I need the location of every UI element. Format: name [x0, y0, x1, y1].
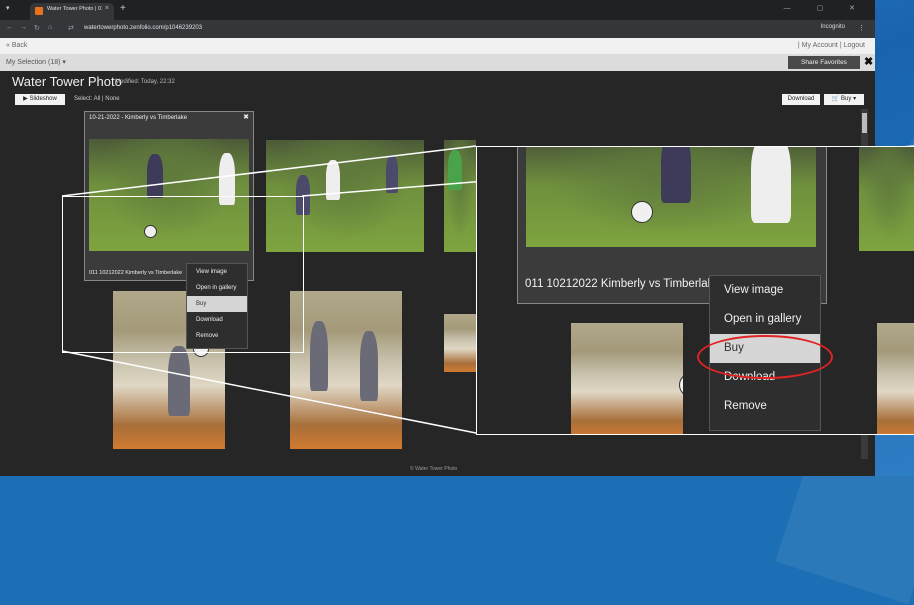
volleyball	[679, 373, 683, 397]
player-figure	[661, 147, 691, 203]
highlight-circle	[697, 335, 833, 379]
zoom-photo	[859, 147, 914, 251]
soccer-ball	[631, 201, 653, 223]
zoom-photo	[526, 147, 816, 247]
connector-line	[61, 350, 477, 434]
zoom-callout: 011 10212022 Kimberly vs Timberlake View…	[476, 146, 914, 435]
zoom-photo	[877, 323, 914, 434]
zoom-caption: 011 10212022 Kimberly vs Timberlake	[525, 278, 720, 290]
player-figure	[751, 147, 791, 223]
zoom-photo	[571, 323, 683, 434]
connector-line	[61, 145, 477, 197]
zoom-menu-item-open-in-gallery: Open in gallery	[724, 313, 802, 325]
zoom-menu-item-view-image: View image	[724, 284, 784, 296]
zoom-menu-item-remove: Remove	[724, 400, 767, 412]
